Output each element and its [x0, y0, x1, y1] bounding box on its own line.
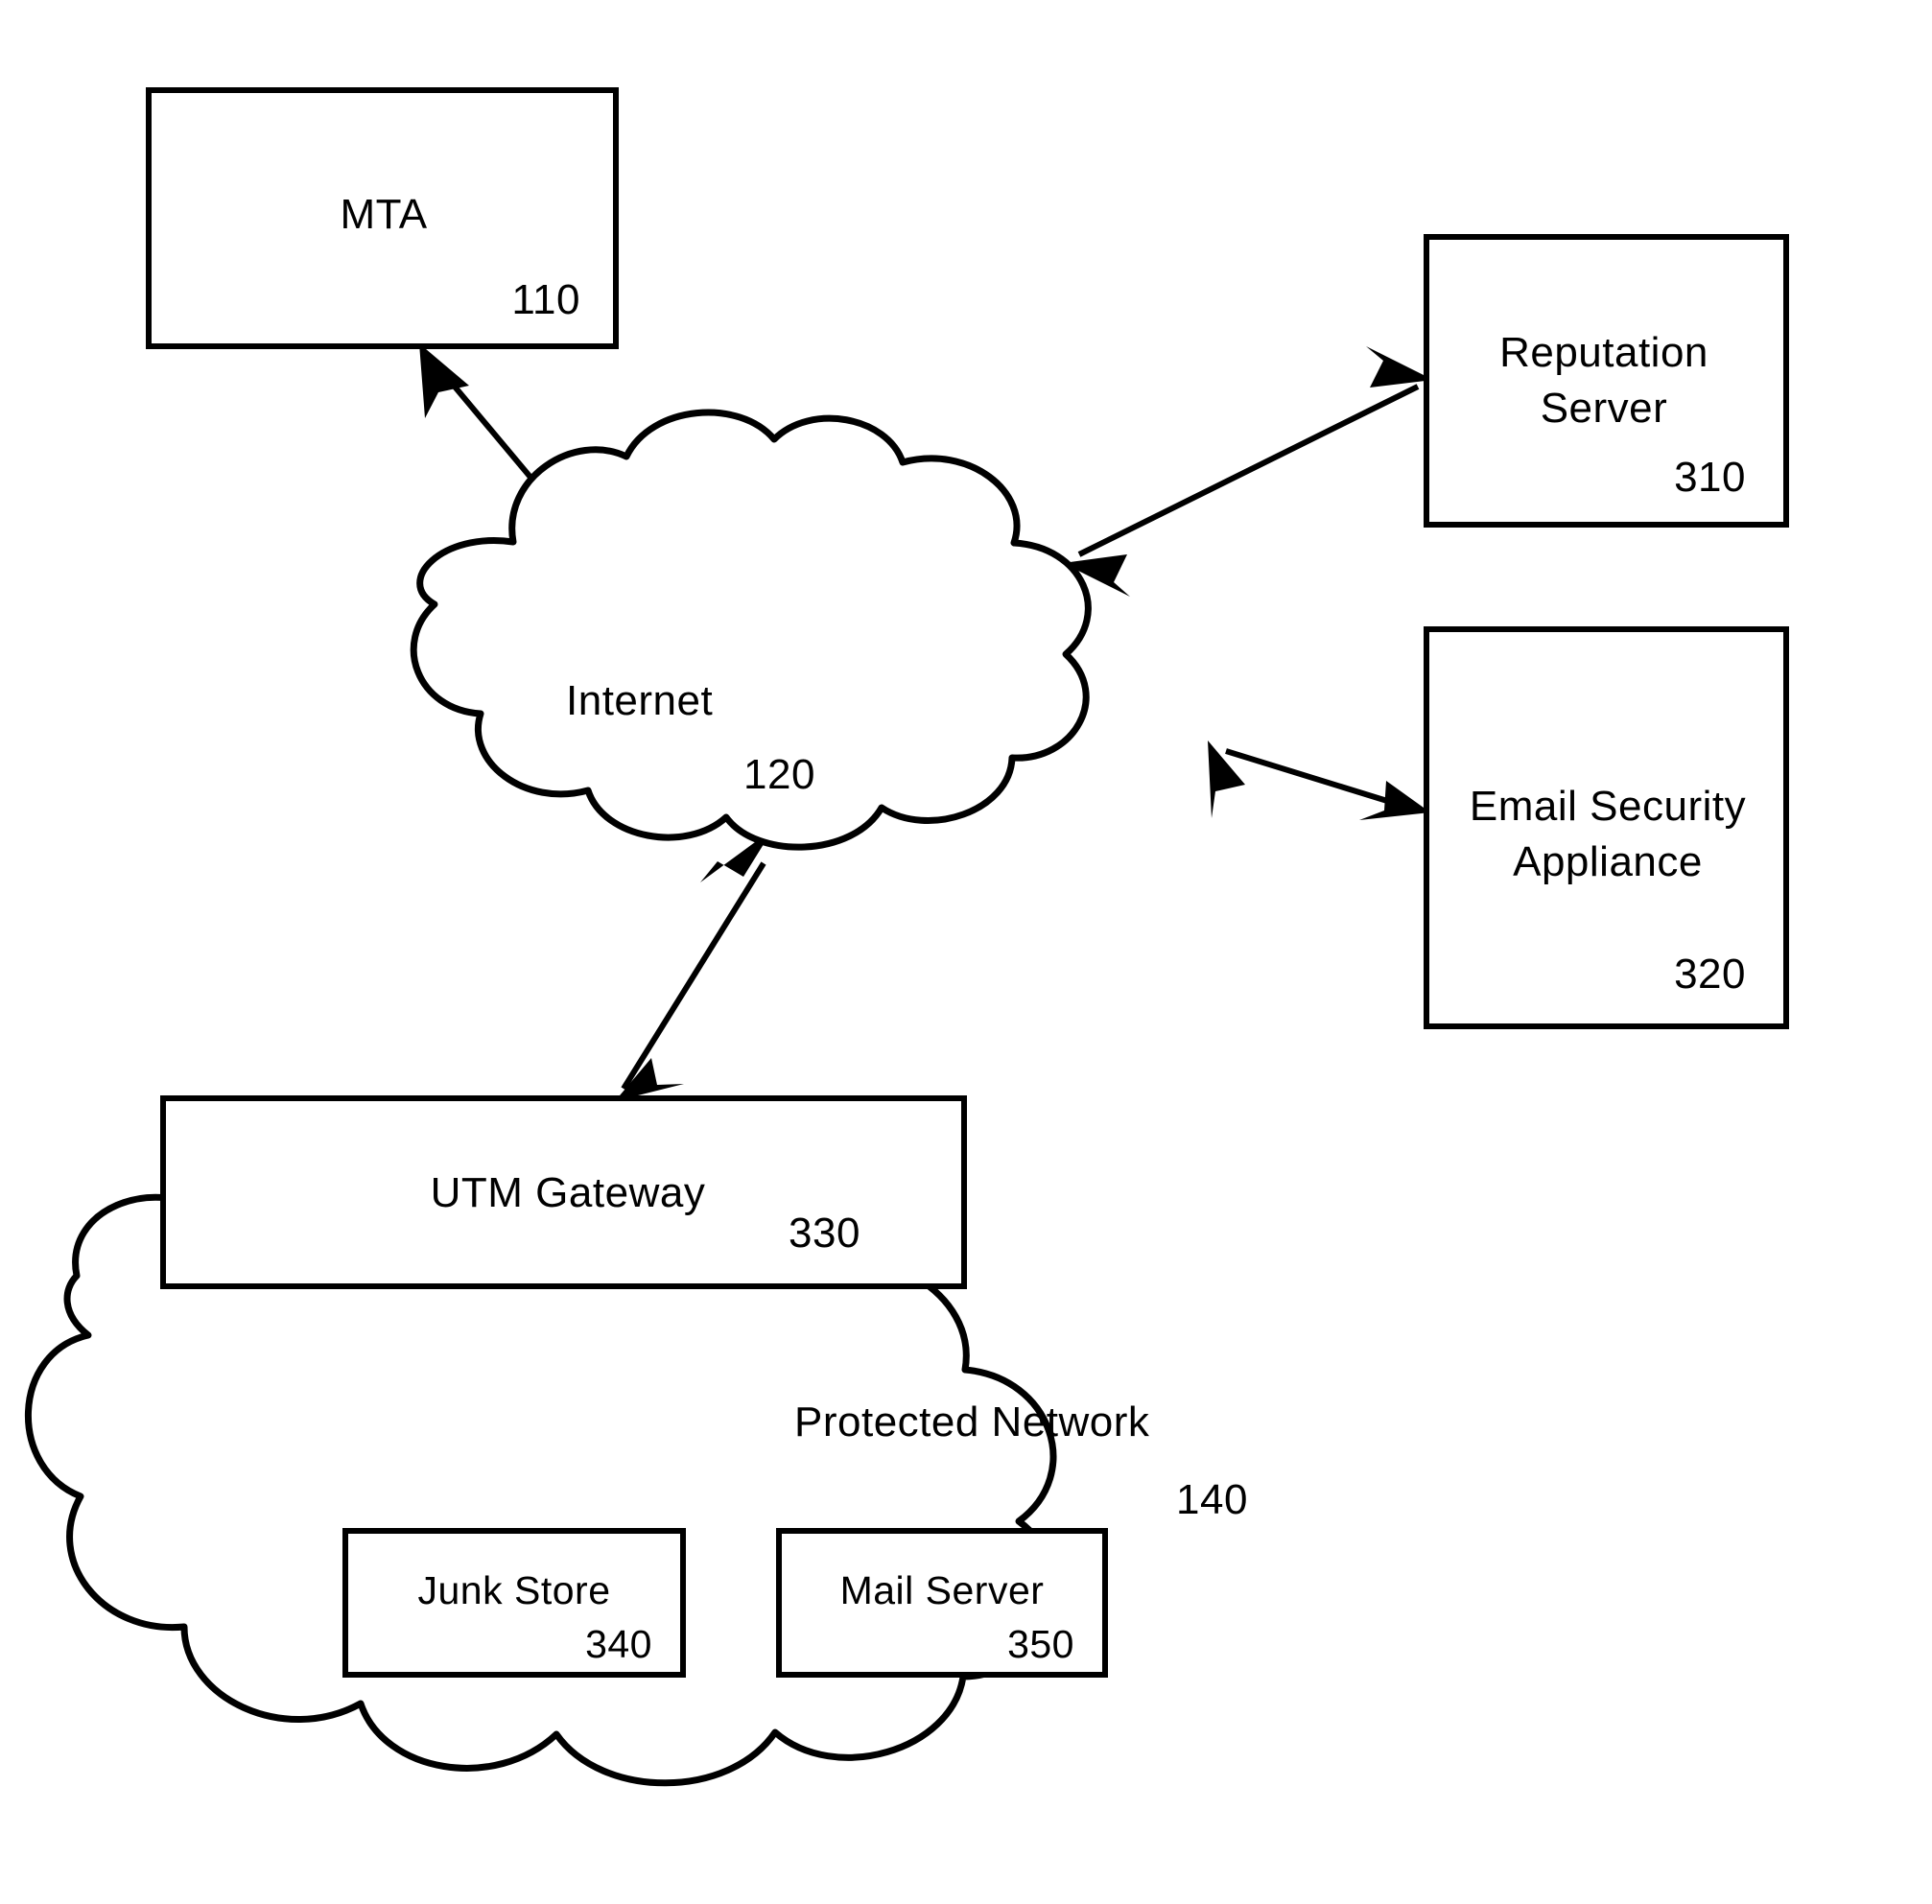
connector-internet-email-security-appliance: [1208, 740, 1430, 820]
email-security-appliance-label-line2: Appliance: [1513, 838, 1703, 885]
mail-server-node[interactable]: Mail Server 350: [776, 1528, 1108, 1678]
reputation-server-node[interactable]: Reputation Server 310: [1424, 234, 1789, 528]
junk-store-node[interactable]: Junk Store 340: [342, 1528, 686, 1678]
utm-gateway-node[interactable]: UTM Gateway 330: [160, 1095, 967, 1289]
mta-label: MTA: [340, 191, 427, 238]
figure-canvas: Internet 120 Protected Network 140 MTA 1…: [0, 0, 1932, 1904]
reputation-server-label-line1: Reputation: [1499, 329, 1708, 376]
internet-ref: 120: [743, 751, 815, 798]
utm-gateway-label: UTM Gateway: [431, 1169, 706, 1216]
internet-label: Internet: [566, 677, 713, 724]
mta-node[interactable]: MTA 110: [146, 87, 619, 349]
mta-ref: 110: [511, 276, 580, 323]
mail-server-ref: 350: [1007, 1622, 1074, 1666]
protected-network-ref: 140: [1176, 1476, 1248, 1523]
connector-internet-reputation-server: [1063, 346, 1433, 597]
utm-gateway-ref: 330: [789, 1210, 860, 1257]
reputation-server-label-line2: Server: [1541, 385, 1668, 432]
protected-network-label: Protected Network: [794, 1399, 1150, 1446]
junk-store-ref: 340: [585, 1622, 652, 1666]
mail-server-label: Mail Server: [840, 1568, 1045, 1612]
junk-store-label: Junk Store: [418, 1568, 611, 1612]
email-security-appliance-label-line1: Email Security: [1470, 783, 1746, 830]
reputation-server-ref: 310: [1674, 454, 1746, 501]
email-security-appliance-node[interactable]: Email Security Appliance 320: [1424, 626, 1789, 1029]
network-diagram: Internet 120 Protected Network 140 MTA 1…: [24, 87, 1789, 1787]
email-security-appliance-ref: 320: [1674, 951, 1746, 998]
internet-cloud-node[interactable]: Internet 120: [410, 409, 1092, 851]
connector-utm-gateway-internet: [615, 829, 773, 1101]
